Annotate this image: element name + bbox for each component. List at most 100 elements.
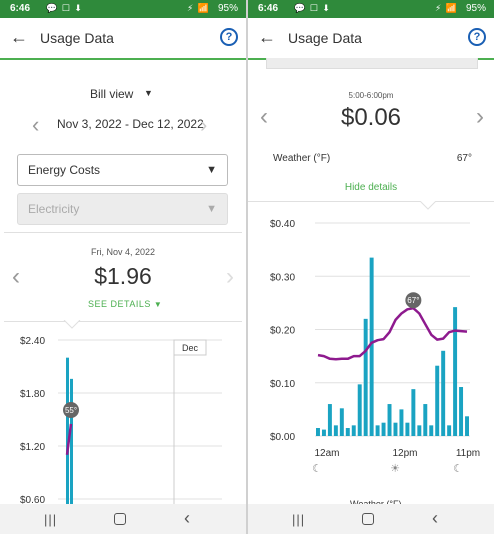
cost-bar[interactable] (453, 307, 458, 436)
month-marker-label: Dec (182, 343, 199, 353)
cost-bar[interactable] (417, 425, 422, 436)
recents-icon[interactable]: ||| (44, 512, 57, 527)
cost-bar[interactable] (411, 389, 416, 436)
cost-bar[interactable] (399, 409, 404, 436)
summary-date: Fri, Nov 4, 2022 (90, 247, 156, 257)
x-tick-label: 12pm (392, 448, 417, 459)
status-bar: 6:46 💬 ☐ ⬇ ⚡ 📶 95% (0, 0, 246, 18)
status-bar: 6:46 💬 ☐ ⬇ ⚡ 📶 95% (248, 0, 494, 18)
view-select[interactable]: Bill view (90, 87, 133, 101)
status-time: 6:46 (10, 3, 31, 14)
battery-level: 95% (217, 3, 238, 14)
service-select-value: Electricity (28, 202, 80, 216)
nav-back-icon[interactable]: ‹ (184, 508, 190, 529)
cost-bar[interactable] (459, 387, 464, 436)
caret-down-icon: ▼ (206, 203, 217, 215)
status-time: 6:46 (258, 3, 279, 14)
app-bar: ← Usage Data ? (248, 18, 494, 60)
nav-bar: ||| ‹ (0, 504, 246, 534)
cost-bar[interactable] (345, 428, 350, 436)
cost-bar[interactable] (321, 429, 326, 436)
caret-down-icon[interactable]: ▼ (144, 88, 153, 98)
hour-amount: $0.06 (340, 104, 402, 131)
cost-bar[interactable] (405, 422, 410, 436)
notification-icons: 💬 ☐ ⬇ (294, 3, 331, 13)
cost-bar[interactable] (387, 404, 392, 436)
date-range: Nov 3, 2022 - Dec 12, 2022 (57, 117, 204, 131)
page-title: Usage Data (40, 30, 114, 46)
weather-value: 67° (456, 153, 472, 164)
y-tick-label: $0.30 (270, 272, 295, 283)
cost-bar[interactable] (435, 365, 440, 436)
cost-bar[interactable] (333, 425, 338, 436)
home-icon[interactable] (362, 513, 374, 525)
cost-bar[interactable] (447, 425, 452, 436)
metric-select-value: Energy Costs (28, 163, 101, 177)
x-tick-label: 12am (314, 448, 339, 459)
cost-bar[interactable] (441, 350, 446, 436)
recents-icon[interactable]: ||| (292, 512, 305, 527)
cost-bar[interactable] (393, 422, 398, 436)
y-tick-label: $2.40 (20, 336, 45, 347)
weather-marker-label: 67° (407, 296, 419, 305)
cost-bar[interactable] (423, 404, 428, 436)
hide-details-link[interactable]: Hide details (248, 182, 494, 193)
caret-down-icon: ▼ (153, 300, 163, 309)
cost-bar[interactable] (339, 408, 344, 436)
y-tick-label: $0.20 (270, 326, 295, 337)
hour-range: 5:00-6:00pm (348, 91, 394, 100)
help-icon[interactable]: ? (468, 28, 486, 46)
cost-bar[interactable] (375, 425, 380, 436)
sun-icon: ☀ (390, 462, 400, 475)
battery-level: 95% (465, 3, 486, 14)
summary-card: ‹ Fri, Nov 4, 2022 $1.96 › SEE DETAILS ▼ (4, 232, 242, 322)
see-details-label: SEE DETAILS (88, 299, 151, 309)
chevron-left-icon[interactable]: ‹ (32, 112, 39, 138)
app-bar: ← Usage Data ? (0, 18, 246, 60)
card-notch (63, 320, 81, 329)
see-details-link[interactable]: SEE DETAILS ▼ (88, 299, 162, 309)
system-icons: ⚡ 📶 (434, 3, 458, 13)
page-title: Usage Data (288, 30, 362, 46)
cost-bar[interactable] (465, 416, 469, 436)
chevron-right-icon: › (226, 263, 234, 290)
notification-icons: 💬 ☐ ⬇ (46, 3, 83, 13)
card-notch (419, 201, 437, 210)
summary-amount: $1.96 (94, 263, 152, 289)
cost-bar[interactable] (316, 428, 320, 436)
cost-bar[interactable] (429, 425, 434, 436)
cost-bar[interactable] (357, 384, 362, 436)
y-tick-label: $1.20 (20, 442, 45, 453)
chevron-right-icon[interactable]: › (476, 103, 484, 131)
cost-bar[interactable] (363, 318, 368, 436)
y-tick-label: $0.10 (270, 379, 295, 390)
weather-label: Weather (°F) (273, 153, 331, 164)
moon-icon: ☾ (453, 462, 463, 475)
metric-select[interactable]: Energy Costs ▼ (17, 154, 228, 186)
cost-bar[interactable] (381, 422, 386, 436)
x-tick-label: 11pm (456, 448, 480, 459)
left-screen: 6:46 💬 ☐ ⬇ ⚡ 📶 95% ← Usage Data ? Bill v… (0, 0, 246, 534)
arrow-back-icon[interactable]: ← (10, 27, 28, 48)
service-select: Electricity ▼ (17, 193, 228, 225)
system-icons: ⚡ 📶 (186, 3, 210, 13)
hourly-cost-svg: $0.40 $0.30 $0.20 $0.10 $0.00 67° 12am ☾ 12pm ☀ 11… (270, 201, 480, 475)
home-icon[interactable] (114, 513, 126, 525)
moon-icon: ☾ (312, 462, 322, 475)
cost-bar[interactable] (369, 257, 374, 436)
cost-bar[interactable] (327, 404, 332, 436)
nav-bar: ||| ‹ (248, 504, 494, 534)
nav-back-icon[interactable]: ‹ (432, 508, 438, 529)
arrow-back-icon[interactable]: ← (258, 27, 276, 48)
y-tick-label: $0.00 (270, 432, 295, 443)
weather-marker-label: 55° (65, 406, 77, 415)
y-tick-label: $0.40 (270, 219, 295, 230)
daily-cost-svg: $2.40$1.80$1.20$0.60Dec55° (20, 320, 222, 534)
chevron-right-icon: › (200, 112, 208, 137)
cost-bar[interactable] (351, 425, 356, 436)
help-icon[interactable]: ? (220, 28, 238, 46)
caret-down-icon: ▼ (206, 164, 217, 176)
right-screen: 6:46 💬 ☐ ⬇ ⚡ 📶 95% ← Usage Data ? ‹ 5:00… (248, 0, 494, 534)
y-tick-label: $1.80 (20, 389, 45, 400)
collapsed-select (266, 58, 478, 69)
